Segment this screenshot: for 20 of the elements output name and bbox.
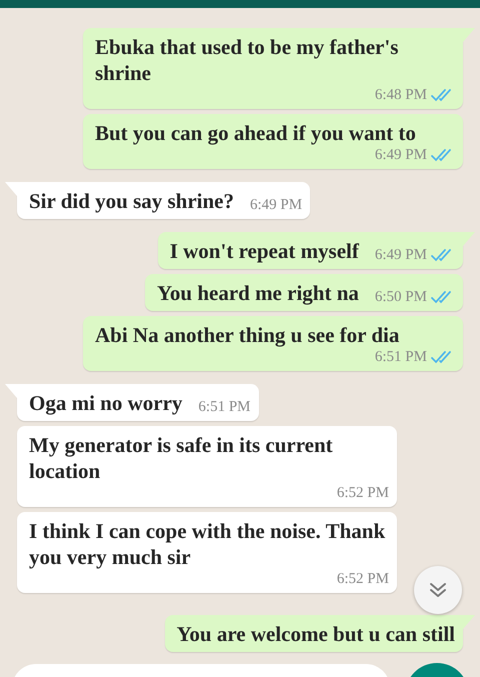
message-text: I won't repeat myself [170,238,359,264]
message-text: You are welcome but u can still [176,621,455,647]
scroll-down-button[interactable] [414,566,462,614]
message-time: 6:52 PM [336,484,389,502]
message-time: 6:49 PM [374,246,427,264]
message-time: 6:49 PM [250,196,302,214]
message-text: Abi Na another thing u see for dia [95,322,400,348]
message-text: Sir did you say shrine? [29,188,234,214]
message-time: 6:51 PM [374,348,427,366]
message-text: I think I can cope with the noise. Thank you very much sir [29,518,386,570]
message-text: My generator is safe in its current location [29,432,334,484]
message-text: Ebuka that used to be my father's shrine [95,34,400,86]
message-text: But you can go ahead if you want to [95,120,416,146]
message-text: Oga mi no worry [29,390,182,416]
message-time: 6:50 PM [374,288,427,306]
message-time: 6:51 PM [198,398,251,416]
message-text: You heard me right na [157,280,359,306]
message-time: 6:48 PM [374,86,427,104]
message-time: 6:49 PM [374,146,427,164]
message-time: 6:52 PM [336,570,389,588]
